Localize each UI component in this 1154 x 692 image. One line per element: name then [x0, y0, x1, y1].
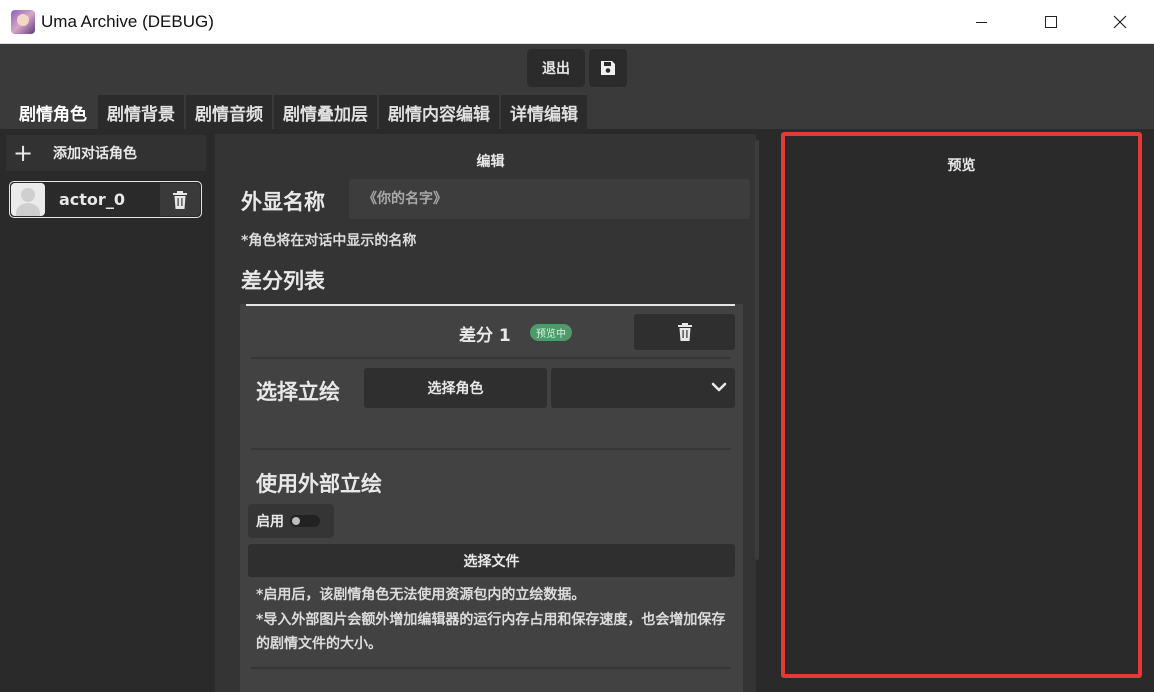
- trash-icon: [677, 323, 692, 341]
- select-file-button[interactable]: 选择文件: [248, 544, 735, 577]
- tab-bar: 剧情角色 剧情背景 剧情音频 剧情叠加层 剧情内容编辑 详情编辑: [10, 95, 587, 129]
- select-portrait-label: 选择立绘: [256, 380, 340, 404]
- actor-name: actor_0: [59, 190, 125, 209]
- main-area: + 添加对话角色 actor_0 编辑 外显名称 *角色将在对话中显示的名称 差…: [0, 129, 1154, 692]
- close-button[interactable]: [1085, 0, 1154, 44]
- app-icon: [11, 9, 35, 34]
- delete-actor-button[interactable]: [160, 183, 200, 216]
- enable-label: 启用: [256, 514, 284, 530]
- floppy-disk-icon: [601, 61, 615, 75]
- maximize-icon: [1044, 16, 1057, 28]
- tab-story-audio[interactable]: 剧情音频: [186, 95, 272, 129]
- tab-story-actors[interactable]: 剧情角色: [10, 95, 96, 129]
- portrait-dropdown[interactable]: [551, 368, 735, 408]
- diff-separator: [251, 667, 731, 669]
- title-bar: Uma Archive (DEBUG): [0, 0, 1154, 44]
- diff-item: 差分 1 预览中 选择立绘 选择角色 使用外部立绘 启用 选择文件 *启用后，该…: [240, 304, 743, 692]
- add-actor-label: 添加对话角色: [53, 146, 137, 162]
- enable-toggle[interactable]: 启用: [248, 504, 334, 538]
- toolbar: 退出: [0, 44, 1154, 92]
- plus-icon: +: [12, 139, 34, 167]
- delete-diff-button[interactable]: [634, 314, 735, 350]
- chevron-down-icon: [711, 382, 727, 392]
- avatar: [11, 183, 45, 216]
- diff-title: 差分 1: [459, 326, 511, 346]
- display-name-input[interactable]: [349, 179, 750, 219]
- diff-separator: [251, 357, 731, 359]
- tab-story-background[interactable]: 剧情背景: [98, 95, 184, 129]
- external-note-2: *导入外部图片会额外增加编辑器的运行内存占用和保存速度，也会增加保存的剧情文件的…: [256, 612, 726, 652]
- preview-panel: 预览: [781, 132, 1142, 678]
- add-actor-button[interactable]: + 添加对话角色: [6, 135, 206, 171]
- tab-story-overlay[interactable]: 剧情叠加层: [274, 95, 377, 129]
- actor-list-item[interactable]: actor_0: [9, 181, 202, 218]
- minimize-button[interactable]: [947, 0, 1016, 44]
- display-name-label: 外显名称: [241, 190, 325, 214]
- trash-icon: [173, 190, 187, 209]
- window-title: Uma Archive (DEBUG): [41, 11, 214, 31]
- actor-sidebar: + 添加对话角色 actor_0: [0, 129, 208, 692]
- diff-separator: [251, 448, 731, 450]
- select-actor-button[interactable]: 选择角色: [364, 368, 547, 408]
- tab-story-content-edit[interactable]: 剧情内容编辑: [379, 95, 499, 129]
- toggle-switch[interactable]: [290, 515, 320, 527]
- external-note-1: *启用后，该剧情角色无法使用资源包内的立绘数据。: [256, 587, 586, 603]
- preview-title: 预览: [947, 158, 976, 174]
- minimize-icon: [976, 21, 987, 23]
- maximize-button[interactable]: [1016, 0, 1085, 44]
- save-button[interactable]: [589, 49, 627, 87]
- editor-panel: 编辑 外显名称 *角色将在对话中显示的名称 差分列表 差分 1 预览中 选择立绘…: [215, 134, 759, 692]
- editor-scrollbar[interactable]: [755, 140, 759, 560]
- tab-detail-edit[interactable]: 详情编辑: [501, 95, 587, 129]
- diff-divider: [246, 304, 735, 306]
- editor-title: 编辑: [476, 154, 505, 170]
- display-name-hint: *角色将在对话中显示的名称: [241, 233, 417, 249]
- exit-button[interactable]: 退出: [527, 49, 585, 87]
- close-icon: [1113, 15, 1126, 29]
- external-portrait-label: 使用外部立绘: [256, 472, 382, 496]
- preview-badge: 预览中: [530, 324, 572, 341]
- diff-list-label: 差分列表: [241, 269, 325, 293]
- window-controls: [947, 0, 1154, 44]
